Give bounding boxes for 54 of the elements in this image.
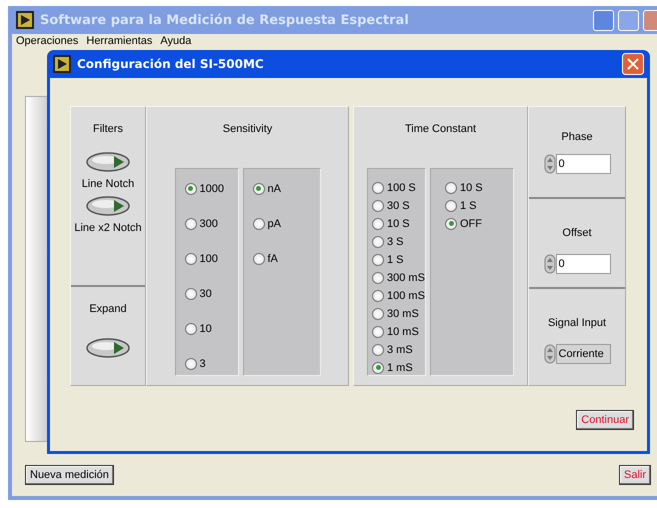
radio-option[interactable]: nA xyxy=(252,182,320,194)
panel-title: Time Constant xyxy=(404,122,476,137)
radio-option[interactable]: 30 xyxy=(184,288,238,300)
field-label: Offset xyxy=(562,226,592,241)
radio-option[interactable]: 10 S xyxy=(372,218,425,230)
phase-field[interactable]: 0 xyxy=(556,154,610,174)
radio-option[interactable]: 1 S xyxy=(445,200,513,212)
radio-option[interactable]: 10 xyxy=(184,322,238,334)
app-icon xyxy=(53,55,71,73)
minimize-button[interactable] xyxy=(593,10,614,30)
radio-option[interactable]: 1 S xyxy=(372,254,425,266)
spinner-arrows-icon[interactable] xyxy=(544,344,556,364)
radio-option[interactable]: 3 mS xyxy=(372,344,425,356)
radio-option[interactable]: fA xyxy=(252,252,320,264)
toggle-switch[interactable] xyxy=(86,152,130,172)
spinner-arrows-icon[interactable] xyxy=(544,254,556,274)
menu-item[interactable]: Herramientas xyxy=(86,35,152,48)
radio-option[interactable]: 1 mS xyxy=(372,362,425,374)
radio-option[interactable]: pA xyxy=(252,218,320,230)
radio-option[interactable]: 100 xyxy=(184,252,238,264)
exit-button[interactable]: Salir xyxy=(618,465,651,485)
window-title: Software para la Medición de Respuesta Espectral xyxy=(40,12,409,28)
panel-title: Filters xyxy=(93,122,123,137)
maximize-button[interactable] xyxy=(618,10,639,30)
continue-button[interactable]: Continuar xyxy=(576,410,634,430)
toggle-label: Line Notch xyxy=(82,176,134,192)
radio-option[interactable]: 30 mS xyxy=(372,308,425,320)
radio-option[interactable]: 300 mS xyxy=(372,272,425,284)
radio-option[interactable]: 30 S xyxy=(372,200,425,212)
close-button[interactable] xyxy=(622,53,644,75)
radio-option[interactable]: 1000 xyxy=(184,182,238,194)
panel-title: Expand xyxy=(89,302,127,317)
spinner-arrows-icon[interactable] xyxy=(544,154,556,174)
toggle-switch[interactable] xyxy=(86,338,130,358)
radio-option[interactable]: OFF xyxy=(445,218,513,230)
signal-input-field[interactable]: Corriente xyxy=(556,344,610,364)
new-measurement-button[interactable]: Nueva medición xyxy=(25,465,114,485)
radio-option[interactable]: 3 xyxy=(184,358,238,370)
toggle-label: Line x2 Notch xyxy=(74,221,142,236)
radio-option[interactable]: 100 S xyxy=(372,182,425,194)
menu-item[interactable]: Ayuda xyxy=(160,35,192,48)
radio-option[interactable]: 100 mS xyxy=(372,290,425,302)
panel-title: Sensitivity xyxy=(222,122,272,137)
field-label: Signal Input xyxy=(548,316,606,331)
radio-option[interactable]: 300 xyxy=(184,218,238,230)
menu-item[interactable]: Operaciones xyxy=(16,35,78,48)
dialog-title: Configuración del SI-500MC xyxy=(77,57,265,71)
offset-field[interactable]: 0 xyxy=(556,254,610,274)
radio-option[interactable]: 10 mS xyxy=(372,326,425,338)
app-icon xyxy=(16,11,34,29)
toggle-switch[interactable] xyxy=(86,196,130,216)
field-label: Phase xyxy=(561,130,593,145)
radio-option[interactable]: 3 S xyxy=(372,236,425,248)
radio-option[interactable]: 10 S xyxy=(445,182,513,194)
